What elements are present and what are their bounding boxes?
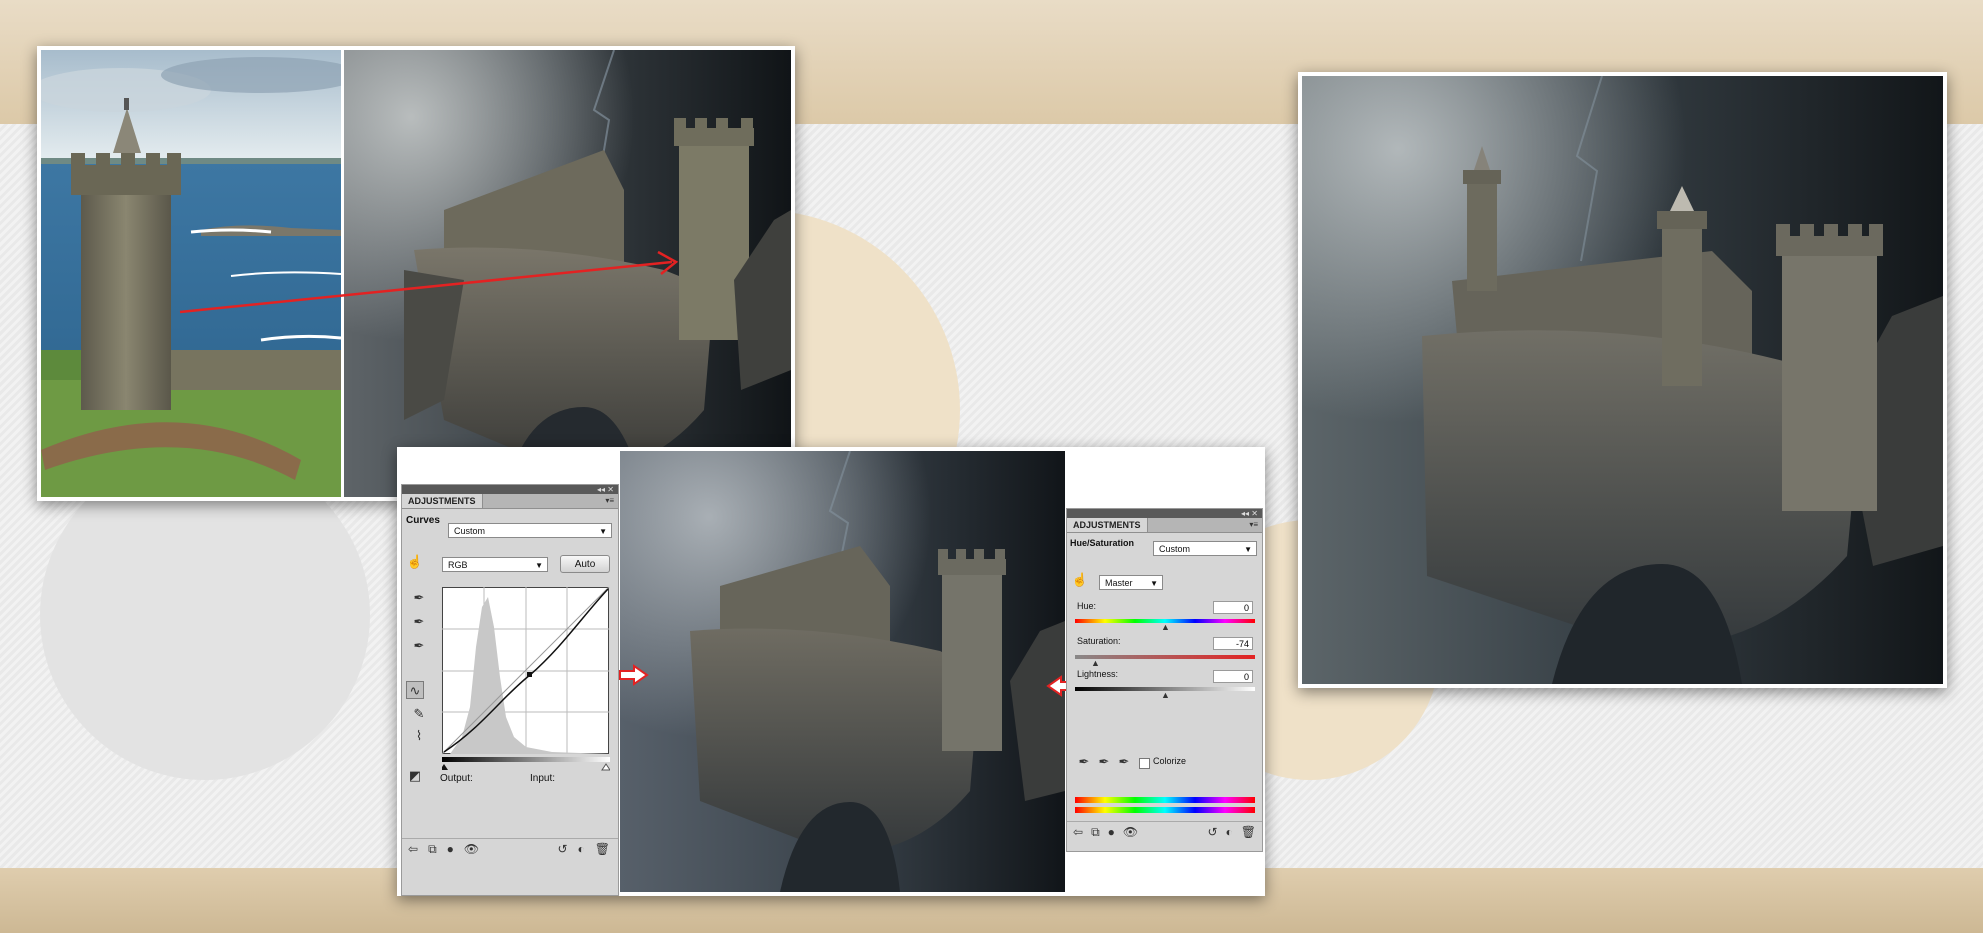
panel-title-bar: ◂◂ ✕	[402, 485, 618, 494]
curves-to-image-arrow-icon	[619, 664, 649, 686]
hue-value-field[interactable]: 0	[1213, 601, 1253, 614]
output-spectrum-bar	[1075, 807, 1255, 813]
colorize-checkbox[interactable]	[1139, 758, 1150, 769]
auto-button[interactable]: Auto	[560, 555, 610, 573]
curves-graph[interactable]	[442, 587, 610, 755]
visibility-eye-icon[interactable]: 👁	[464, 842, 479, 856]
saturation-value-field[interactable]: -74	[1213, 637, 1253, 650]
panel-menu-icon[interactable]: ▾≡	[605, 494, 614, 508]
panel-collapse-icon[interactable]: ◂◂ ✕	[1241, 509, 1258, 518]
clip-to-layer-icon[interactable]: ●	[447, 842, 454, 856]
curves-title: Curves	[406, 515, 440, 526]
adjusted-composite-photo	[620, 451, 1065, 892]
huesat-preset-select[interactable]: Custom ▼	[1153, 541, 1257, 556]
clip-to-layer-icon[interactable]: ●	[1108, 825, 1115, 839]
final-castle-photo	[1302, 76, 1943, 684]
channel-select[interactable]: RGB ▼	[442, 557, 548, 572]
hue-label: Hue:	[1077, 601, 1097, 611]
panel-menu-icon[interactable]: ▾≡	[1249, 518, 1258, 532]
tab-adjustments[interactable]: ADJUSTMENTS	[402, 494, 483, 508]
channel-value: RGB	[448, 560, 468, 570]
tower-placement-arrow	[179, 250, 679, 314]
hue-saturation-adjustments-panel: ◂◂ ✕ ADJUSTMENTS ▾≡ Hue/Saturation Custo…	[1066, 508, 1263, 852]
trash-icon[interactable]: 🗑	[595, 842, 610, 856]
white-point-eyedropper-icon[interactable]: ✒	[410, 637, 428, 655]
add-to-sample-eyedropper-icon[interactable]: ✒	[1095, 753, 1113, 771]
visibility-eye-icon[interactable]: 👁	[1123, 825, 1138, 839]
smooth-curve-icon[interactable]: ⌇	[410, 727, 428, 745]
curves-adjustments-panel: ◂◂ ✕ ADJUSTMENTS ▾≡ Curves Custom ▼ ☝ RG…	[401, 484, 619, 896]
black-point-eyedropper-icon[interactable]: ✒	[410, 589, 428, 607]
hue-slider-thumb[interactable]: ▲	[1161, 622, 1170, 632]
panel-tab-row: ADJUSTMENTS ▾≡	[402, 494, 618, 509]
chevron-down-icon: ▼	[1244, 545, 1252, 554]
panel-collapse-icon[interactable]: ◂◂ ✕	[597, 485, 614, 494]
colorize-label: Colorize	[1153, 756, 1187, 766]
panel-title-bar: ◂◂ ✕	[1067, 509, 1262, 518]
trash-icon[interactable]: 🗑	[1241, 825, 1256, 839]
pencil-draw-icon[interactable]: ✎	[410, 705, 428, 723]
return-to-list-icon[interactable]: ⇦	[408, 842, 418, 856]
gray-point-eyedropper-icon[interactable]: ✒	[410, 613, 428, 631]
curves-panel-footer: ⇦ ⧉ ● 👁 ↺ ◐ 🗑	[402, 838, 618, 859]
reset-icon[interactable]: ◐	[1226, 825, 1233, 839]
return-to-list-icon[interactable]: ⇦	[1073, 825, 1083, 839]
chevron-down-icon: ▼	[599, 527, 607, 536]
expand-view-icon[interactable]: ⧉	[1091, 825, 1100, 840]
lightness-slider-thumb[interactable]: ▲	[1161, 690, 1170, 700]
range-select[interactable]: Master ▼	[1099, 575, 1163, 590]
curve-edit-points-icon[interactable]: ∿	[406, 681, 424, 699]
curves-preset-value: Custom	[454, 526, 486, 536]
huesat-preset-value: Custom	[1159, 544, 1191, 554]
chevron-down-icon: ▼	[1150, 579, 1158, 588]
saturation-slider-thumb[interactable]: ▲	[1091, 658, 1100, 668]
targeted-adjustment-icon[interactable]: ☝	[1071, 571, 1089, 589]
saturation-label: Saturation:	[1077, 636, 1121, 646]
subtract-from-sample-eyedropper-icon[interactable]: ✒	[1115, 753, 1133, 771]
expand-view-icon[interactable]: ⧉	[428, 842, 437, 857]
eyedropper-icon[interactable]: ✒	[1075, 753, 1093, 771]
huesat-panel-footer: ⇦ ⧉ ● 👁 ↺ ◐ 🗑	[1067, 821, 1262, 842]
chevron-down-icon: ▼	[535, 561, 543, 570]
clipping-warning-icon[interactable]: ◩	[406, 767, 424, 785]
input-label: Input:	[530, 773, 556, 784]
tab-adjustments[interactable]: ADJUSTMENTS	[1067, 518, 1148, 532]
huesat-title: Hue/Saturation	[1070, 538, 1135, 548]
panel-tab-row: ADJUSTMENTS ▾≡	[1067, 518, 1262, 533]
previous-state-icon[interactable]: ↺	[1207, 825, 1217, 839]
output-label: Output:	[440, 773, 473, 784]
curves-preset-select[interactable]: Custom ▼	[448, 523, 612, 538]
input-spectrum-bar	[1075, 797, 1255, 803]
previous-state-icon[interactable]: ↺	[557, 842, 567, 856]
lightness-value-field[interactable]: 0	[1213, 670, 1253, 683]
saturation-slider-track[interactable]	[1075, 655, 1255, 659]
range-value: Master	[1105, 578, 1133, 588]
targeted-adjustment-icon[interactable]: ☝	[406, 553, 424, 571]
input-gradient-bar	[442, 757, 610, 771]
reset-icon[interactable]: ◐	[578, 842, 585, 856]
lightness-label: Lightness:	[1077, 669, 1119, 679]
